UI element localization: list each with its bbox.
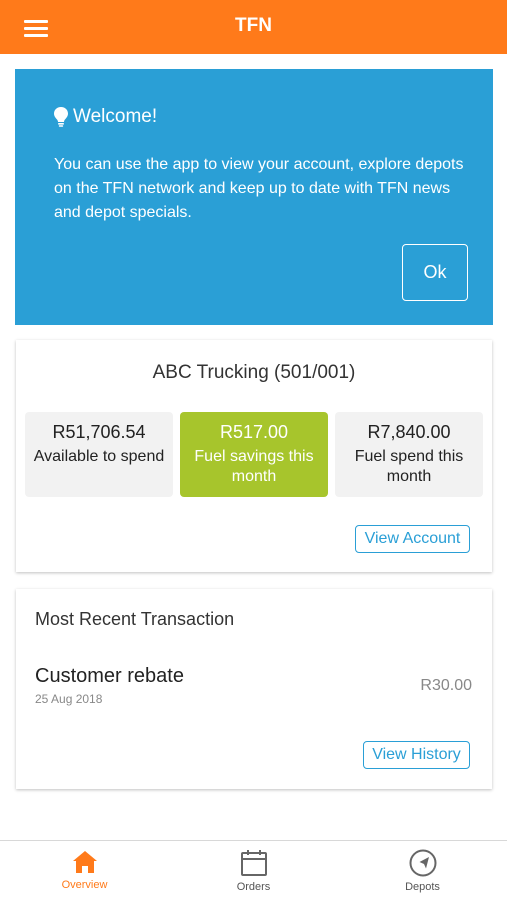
fuel-spend-value: R7,840.00	[367, 422, 451, 442]
recent-transaction-card: Most Recent Transaction Customer rebate …	[16, 589, 492, 789]
nav-label-overview: Overview	[61, 879, 108, 891]
account-card: ABC Trucking (501/001) R51,706.54 Availa…	[16, 340, 492, 572]
transaction-title: Customer rebate	[35, 665, 184, 687]
nav-item-orders[interactable]: Orders	[169, 841, 338, 900]
nav-label-orders: Orders	[236, 881, 271, 893]
lightbulb-icon	[54, 107, 68, 127]
app-title: TFN	[235, 15, 272, 36]
welcome-title: Welcome!	[73, 106, 158, 127]
view-account-button[interactable]: View Account	[355, 525, 470, 553]
calendar-icon	[240, 850, 267, 876]
nav-item-overview[interactable]: Overview	[0, 841, 169, 900]
fuel-savings-value: R517.00	[219, 422, 289, 442]
available-to-spend-label: Available to spend	[33, 448, 165, 465]
home-icon	[72, 851, 97, 873]
fuel-savings-label: Fuel savings this month	[194, 448, 314, 485]
nav-label-depots: Depots	[405, 881, 440, 893]
transaction-heading: Most Recent Transaction	[35, 609, 235, 629]
view-history-button[interactable]: View History	[363, 741, 470, 769]
available-to-spend-value: R51,706.54	[52, 422, 146, 442]
app-bar: TFN	[0, 0, 507, 54]
bottom-navigation: Overview Orders Depots	[0, 840, 507, 900]
account-name: ABC Trucking (501/001)	[152, 362, 356, 383]
welcome-header: Welcome!	[53, 106, 157, 128]
fuel-spend-tile: R7,840.00 Fuel spend this month	[335, 412, 483, 497]
compass-icon	[409, 849, 436, 877]
fuel-spend-label: Fuel spend this month	[354, 448, 464, 485]
transaction-date: 25 Aug 2018	[35, 692, 103, 706]
ok-button[interactable]: Ok	[402, 244, 468, 301]
welcome-card: Welcome! You can use the app to view you…	[15, 69, 493, 325]
transaction-amount: R30.00	[420, 677, 472, 694]
nav-item-depots[interactable]: Depots	[338, 841, 507, 900]
fuel-savings-tile: R517.00 Fuel savings this month	[180, 412, 328, 497]
available-to-spend-tile: R51,706.54 Available to spend	[25, 412, 173, 497]
welcome-message: You can use the app to view your account…	[54, 156, 464, 221]
